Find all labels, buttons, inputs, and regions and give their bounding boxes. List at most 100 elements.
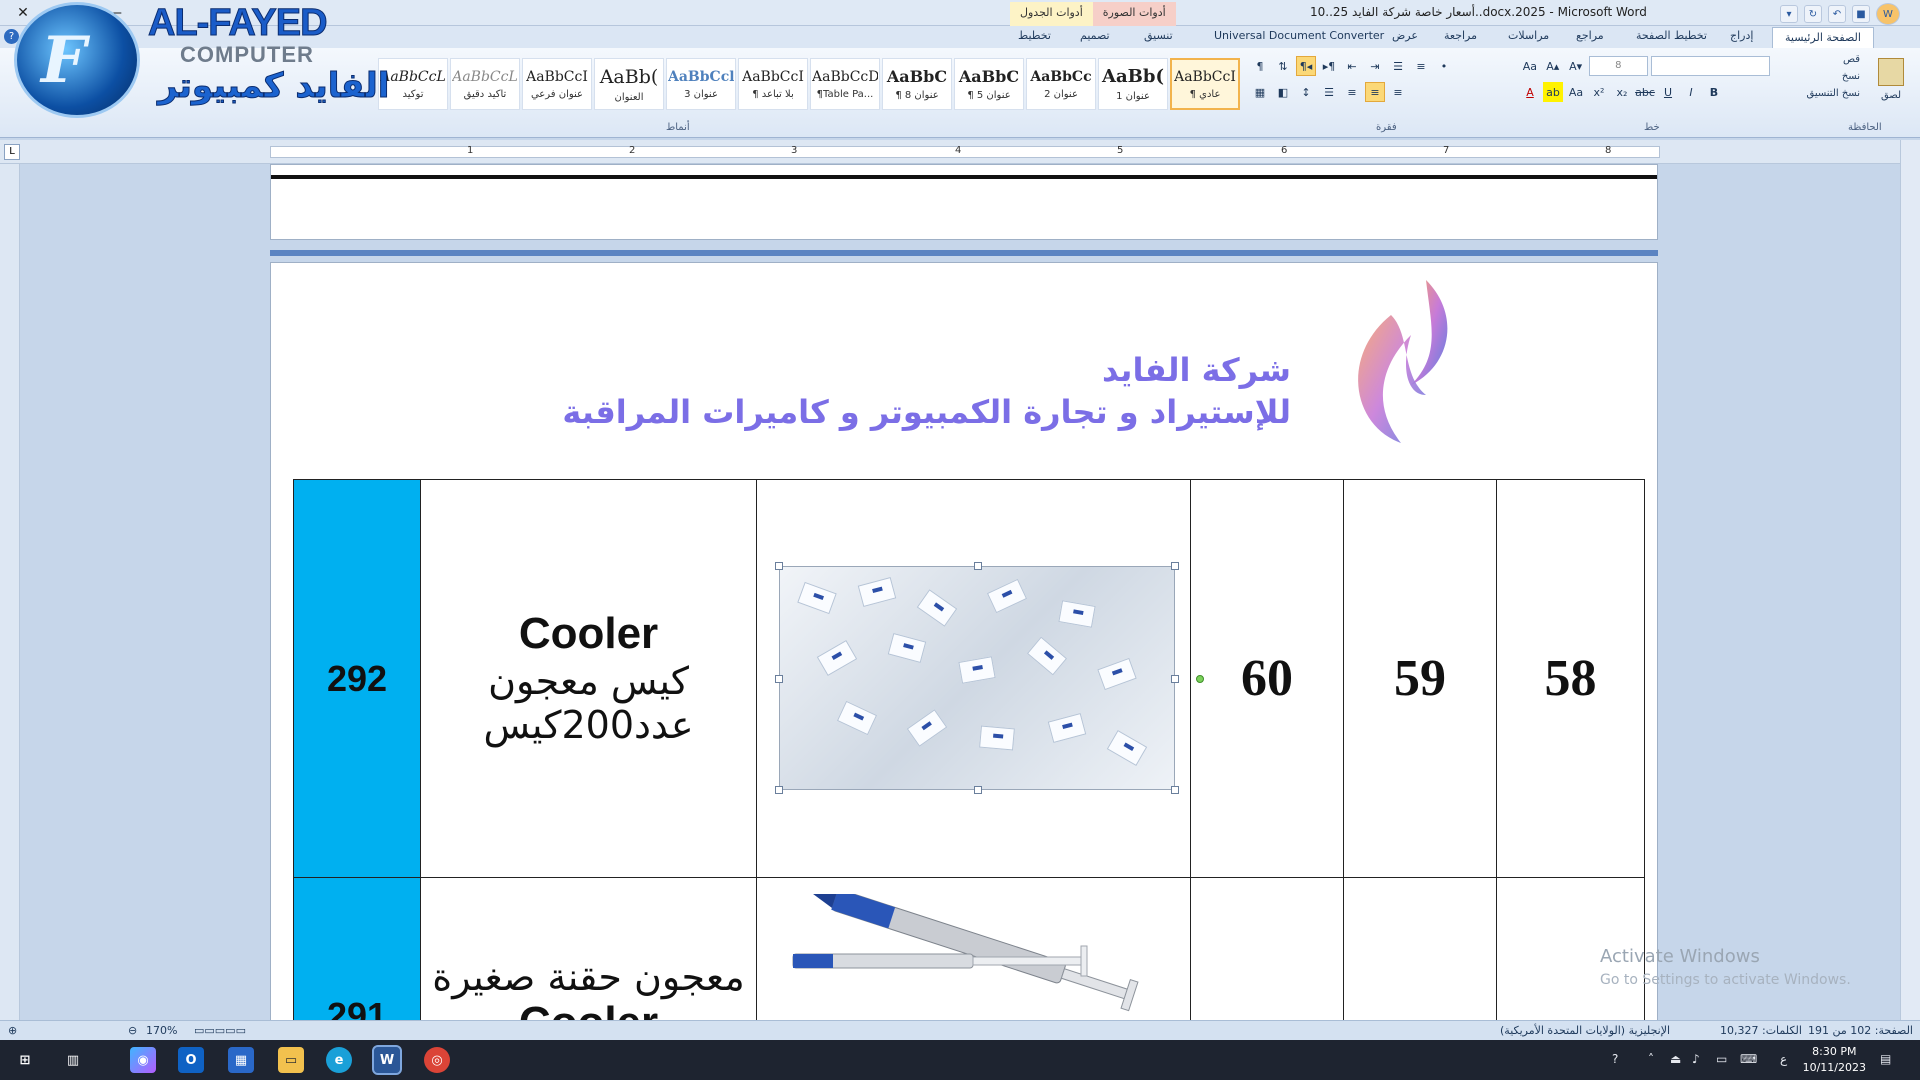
usb-icon[interactable]: ⏏ <box>1670 1052 1681 1066</box>
ruler-track[interactable]: 1 2 3 4 5 6 7 8 <box>270 145 1660 158</box>
vertical-scrollbar[interactable] <box>1900 140 1920 1020</box>
document-page[interactable]: شركة الفايد للإستيراد و تجارة الكمبيوتر … <box>270 262 1658 1020</box>
resize-handle[interactable] <box>1171 675 1179 683</box>
undo-icon[interactable]: ↶ <box>1828 5 1846 23</box>
style-item[interactable]: AaBbC ¶ عنوان 5 <box>954 58 1024 110</box>
tray-overflow-icon[interactable]: ˄ <box>1648 1052 1654 1066</box>
show-formatting-icon[interactable]: ¶ <box>1250 56 1270 76</box>
tab-page-layout[interactable]: تخطيط الصفحة <box>1628 29 1715 42</box>
font-color-icon[interactable]: A <box>1520 82 1540 102</box>
tab-udc[interactable]: Universal Document Converter <box>1206 29 1392 42</box>
zoom-level[interactable]: 170% <box>146 1024 177 1037</box>
help-tray-icon[interactable]: ? <box>1612 1052 1618 1066</box>
italic-icon[interactable]: I <box>1681 82 1701 102</box>
bullets-icon[interactable]: • <box>1434 56 1454 76</box>
subscript-icon[interactable]: x₂ <box>1612 82 1632 102</box>
rotate-handle[interactable] <box>1196 675 1204 683</box>
justify-icon[interactable]: ☰ <box>1319 82 1339 102</box>
vertical-ruler[interactable] <box>0 164 20 1020</box>
notifications-icon[interactable]: ▤ <box>1880 1052 1891 1066</box>
chrome-icon[interactable]: ◎ <box>424 1047 450 1073</box>
style-item[interactable]: AaBbCcL تأكيد دقيق <box>450 58 520 110</box>
style-item[interactable]: AaBb(العنوان <box>594 58 664 110</box>
resize-handle[interactable] <box>974 786 982 794</box>
font-size-combo[interactable]: 8 <box>1588 56 1649 76</box>
context-tab-picture-tools[interactable]: أدوات الصورة <box>1092 2 1176 26</box>
numbering-icon[interactable]: ≡ <box>1411 56 1431 76</box>
outlook-icon[interactable]: O <box>178 1047 204 1073</box>
change-case-icon[interactable]: Aa <box>1520 56 1540 76</box>
office-button-icon[interactable]: W <box>1876 3 1900 25</box>
tab-layout[interactable]: تخطيط <box>1010 29 1059 42</box>
task-view-icon[interactable]: ▥ <box>60 1047 86 1073</box>
network-icon[interactable]: ▭ <box>1716 1052 1727 1066</box>
edge-icon[interactable]: e <box>326 1047 352 1073</box>
windows-start-icon[interactable]: ⊞ <box>12 1047 38 1073</box>
grow-font-icon[interactable]: A▴ <box>1543 56 1563 76</box>
thermal-paste-bag-image[interactable] <box>775 562 1204 794</box>
redo-icon[interactable]: ↻ <box>1804 5 1822 23</box>
shading-icon[interactable]: ◧ <box>1273 82 1293 102</box>
style-item[interactable]: AaBbCc عنوان 2 <box>1026 58 1096 110</box>
font-name-combo[interactable] <box>1651 56 1770 76</box>
horizontal-ruler[interactable]: L 1 2 3 4 5 6 7 8 <box>0 140 1920 164</box>
input-language[interactable]: ع <box>1780 1052 1787 1066</box>
style-item[interactable]: AaBb(عنوان 1 <box>1098 58 1168 110</box>
ltr-icon[interactable]: ▸¶ <box>1319 56 1339 76</box>
tab-references[interactable]: مراجع <box>1568 29 1612 42</box>
word-count[interactable]: الكلمات: 10,327 <box>1720 1024 1802 1037</box>
resize-handle[interactable] <box>1171 786 1179 794</box>
save-icon[interactable]: ■ <box>1852 5 1870 23</box>
multilevel-list-icon[interactable]: ☰ <box>1388 56 1408 76</box>
zoom-out-icon[interactable]: ⊖ <box>128 1024 137 1037</box>
context-tab-table-tools[interactable]: أدوات الجدول <box>1010 2 1093 26</box>
volume-icon[interactable]: ♪ <box>1692 1052 1700 1066</box>
page-indicator[interactable]: الصفحة: 102 من 191 <box>1808 1024 1913 1037</box>
resize-handle[interactable] <box>974 562 982 570</box>
style-item[interactable]: AaBbCcI عنوان فرعي <box>522 58 592 110</box>
taskbar-clock[interactable]: 8:30 PM 10/11/2023 <box>1803 1044 1866 1076</box>
decrease-indent-icon[interactable]: ⇤ <box>1342 56 1362 76</box>
tab-review[interactable]: مراجعة <box>1436 29 1485 42</box>
resize-handle[interactable] <box>1171 562 1179 570</box>
resize-handle[interactable] <box>775 562 783 570</box>
resize-handle[interactable] <box>775 786 783 794</box>
store-icon[interactable]: ▦ <box>228 1047 254 1073</box>
tab-design[interactable]: تصميم <box>1072 29 1118 42</box>
tab-view[interactable]: عرض <box>1384 29 1426 42</box>
line-spacing-icon[interactable]: ↕ <box>1296 82 1316 102</box>
bold-icon[interactable]: B <box>1704 82 1724 102</box>
style-item[interactable]: AaBbCcD ¶Table Pa... <box>810 58 880 110</box>
superscript-icon[interactable]: x² <box>1589 82 1609 102</box>
borders-icon[interactable]: ▦ <box>1250 82 1270 102</box>
paste-button[interactable]: لصق <box>1876 58 1906 112</box>
language-indicator[interactable]: الإنجليزية (الولايات المتحدة الأمريكية) <box>1500 1024 1670 1037</box>
case-icon[interactable]: Aa <box>1566 82 1586 102</box>
style-item[interactable]: AaBbCcI ¶ بلا تباعد <box>738 58 808 110</box>
align-left-icon[interactable]: ≡ <box>1342 82 1362 102</box>
view-buttons[interactable]: ▭▭▭▭▭ <box>194 1024 246 1037</box>
tab-selector[interactable]: L <box>4 144 20 160</box>
keyboard-icon[interactable]: ⌨ <box>1740 1052 1757 1066</box>
table-row[interactable]: 291 معجون حقنة صغيرة Cooler <box>293 877 1645 1020</box>
zoom-in-icon[interactable]: ⊕ <box>8 1024 17 1037</box>
tab-format[interactable]: تنسيق <box>1136 29 1181 42</box>
shrink-font-icon[interactable]: A▾ <box>1566 56 1586 76</box>
highlight-icon[interactable]: ab <box>1543 82 1563 102</box>
copilot-icon[interactable]: ◉ <box>130 1047 156 1073</box>
resize-handle[interactable] <box>775 675 783 683</box>
tab-mailings[interactable]: مراسلات <box>1500 29 1557 42</box>
customize-qat-icon[interactable]: ▾ <box>1780 5 1798 23</box>
tab-insert[interactable]: إدراج <box>1722 29 1761 42</box>
strikethrough-icon[interactable]: abc <box>1635 82 1655 102</box>
document-area[interactable]: شركة الفايد للإستيراد و تجارة الكمبيوتر … <box>20 164 1900 1020</box>
align-right-icon[interactable]: ≡ <box>1388 82 1408 102</box>
price-table[interactable]: 292 Cooler كيس معجون عدد200كيس 60 59 58 … <box>293 479 1645 1020</box>
style-item-normal[interactable]: AaBbCcI ¶ عادي <box>1170 58 1240 110</box>
thermal-paste-syringe-image[interactable] <box>783 894 1163 1020</box>
tab-home[interactable]: الصفحة الرئيسية <box>1772 27 1874 48</box>
underline-icon[interactable]: U <box>1658 82 1678 102</box>
sort-icon[interactable]: ⇅ <box>1273 56 1293 76</box>
style-item[interactable]: AaBbC ¶ عنوان 8 <box>882 58 952 110</box>
file-explorer-icon[interactable]: ▭ <box>278 1047 304 1073</box>
